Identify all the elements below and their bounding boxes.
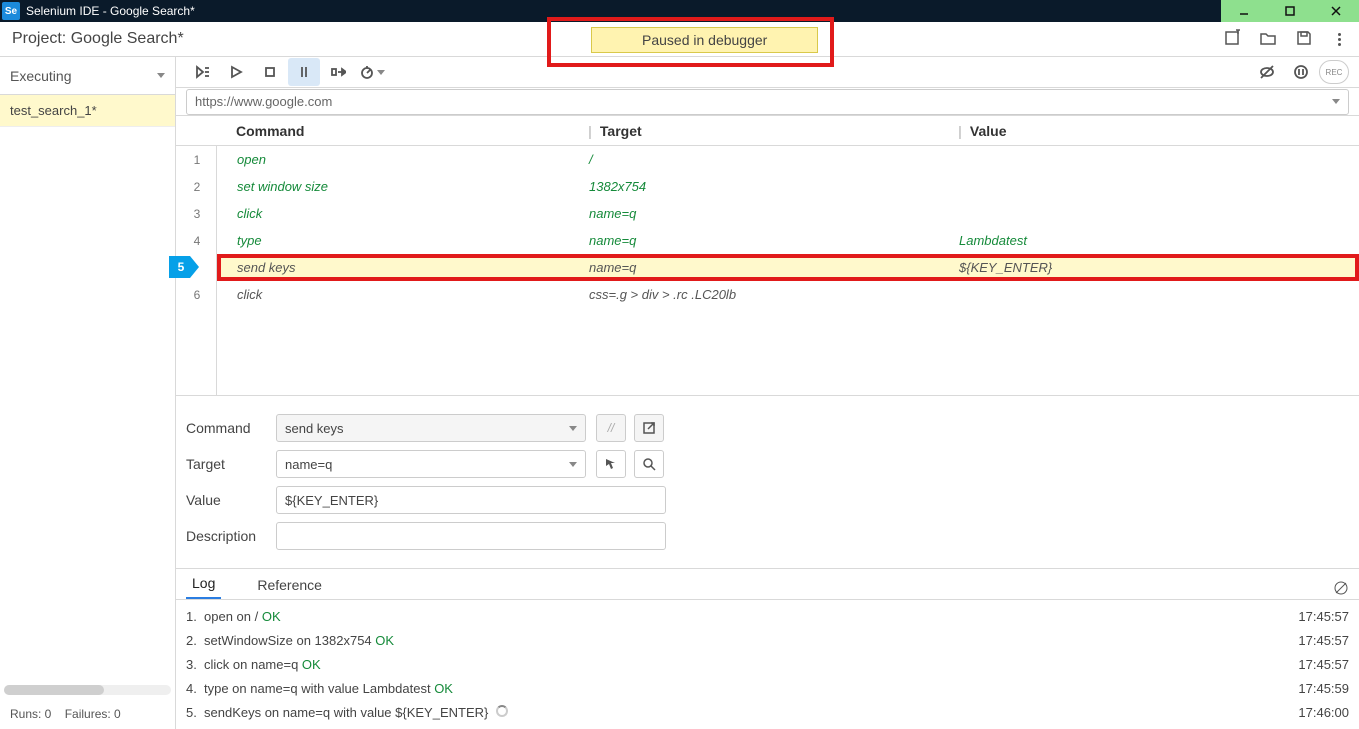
step-button[interactable] [322, 58, 354, 86]
detail-description-input[interactable] [276, 522, 666, 550]
cell-command: click [229, 206, 589, 221]
scrollbar[interactable] [4, 685, 171, 695]
detail-label-description: Description [186, 528, 276, 544]
find-target-button[interactable] [634, 450, 664, 478]
cell-command: open [229, 152, 589, 167]
pause-exceptions-button[interactable] [1285, 58, 1317, 86]
base-url-row: https://www.google.com [176, 88, 1359, 116]
chevron-down-icon [1332, 99, 1340, 104]
log-row: 1.open on / OK17:45:57 [186, 604, 1349, 628]
row-number: 6 [177, 288, 217, 302]
log-row: 4.type on name=q with value Lambdatest O… [186, 676, 1349, 700]
table-row[interactable]: 6clickcss=.g > div > .rc .LC20lb [217, 281, 1359, 308]
detail-label-value: Value [186, 492, 276, 508]
run-button[interactable] [220, 58, 252, 86]
chevron-down-icon [569, 426, 577, 431]
detail-target-value: name=q [285, 457, 332, 472]
disable-breakpoints-button[interactable] [1251, 58, 1283, 86]
cell-value: Lambdatest [959, 233, 1359, 248]
debug-banner: Paused in debugger [591, 27, 818, 53]
table-row[interactable]: 3clickname=q [217, 200, 1359, 227]
clear-log-icon[interactable] [1333, 580, 1349, 599]
log-row: 2.setWindowSize on 1382x754 OK17:45:57 [186, 628, 1349, 652]
table-row[interactable]: 2set window size1382x754 [217, 173, 1359, 200]
cell-command: type [229, 233, 589, 248]
log-panel: 1.open on / OK17:45:572.setWindowSize on… [176, 599, 1359, 729]
base-url-input[interactable]: https://www.google.com [186, 89, 1349, 115]
test-item[interactable]: test_search_1* [0, 95, 175, 127]
failures-count: Failures: 0 [65, 707, 121, 721]
spinner-icon [496, 705, 508, 717]
tab-log[interactable]: Log [186, 569, 221, 599]
cell-command: set window size [229, 179, 589, 194]
row-number: 3 [177, 207, 217, 221]
runs-count: Runs: 0 [10, 707, 51, 721]
new-window-icon[interactable] [1223, 29, 1241, 50]
tab-reference[interactable]: Reference [251, 571, 328, 599]
detail-command-value: send keys [285, 421, 344, 436]
stop-button[interactable] [254, 58, 286, 86]
row-number: 1 [177, 153, 217, 167]
col-header-target: Target [600, 123, 642, 139]
cell-command: send keys [229, 260, 589, 275]
window-close-button[interactable] [1313, 0, 1359, 22]
run-all-button[interactable] [186, 58, 218, 86]
debug-banner-highlight: Paused in debugger [547, 17, 834, 67]
row-number: 2 [177, 180, 217, 194]
detail-label-target: Target [186, 456, 276, 472]
detail-value-value: ${KEY_ENTER} [285, 493, 378, 508]
cell-command: click [229, 287, 589, 302]
detail-target-input[interactable]: name=q [276, 450, 586, 478]
col-header-command: Command [228, 123, 588, 139]
cell-target: 1382x754 [589, 179, 959, 194]
cell-target: name=q [589, 233, 959, 248]
row-number: 4 [177, 234, 217, 248]
save-icon[interactable] [1295, 29, 1313, 50]
window-title: Selenium IDE - Google Search* [26, 4, 195, 18]
command-details: Command send keys // Target name=q [176, 396, 1359, 569]
select-target-button[interactable] [596, 450, 626, 478]
test-pane-header-label: Executing [10, 68, 71, 84]
detail-label-command: Command [186, 420, 276, 436]
log-row: 5.sendKeys on name=q with value ${KEY_EN… [186, 700, 1349, 724]
table-row[interactable]: 4typename=qLambdatest [217, 227, 1359, 254]
project-name: Google Search* [71, 30, 184, 47]
cell-target: css=.g > div > .rc .LC20lb [589, 287, 959, 302]
speed-button[interactable] [356, 58, 388, 86]
detail-command-select[interactable]: send keys [276, 414, 586, 442]
table-header: Command |Target |Value [176, 116, 1359, 146]
project-bar: Project: Google Search* Paused in debugg… [0, 22, 1359, 57]
app-logo: Se [2, 2, 20, 20]
base-url-value: https://www.google.com [195, 94, 332, 109]
cell-target: / [589, 152, 959, 167]
cell-target: name=q [589, 206, 959, 221]
command-table: Command |Target |Value 1open/2set window… [176, 116, 1359, 396]
chevron-down-icon [569, 462, 577, 467]
project-label: Project: [12, 30, 66, 47]
test-pane-header[interactable]: Executing [0, 57, 175, 95]
window-maximize-button[interactable] [1267, 0, 1313, 22]
table-row[interactable]: 1open/ [217, 146, 1359, 173]
record-button[interactable]: REC [1319, 60, 1349, 84]
open-new-window-button[interactable] [634, 414, 664, 442]
table-row[interactable]: 5send keysname=q${KEY_ENTER} [217, 254, 1359, 281]
current-step-indicator: 5 [169, 256, 199, 278]
run-statistics: Runs: 0 Failures: 0 [0, 699, 175, 729]
pause-button[interactable] [288, 58, 320, 86]
test-list-pane: Executing test_search_1* Runs: 0 Failure… [0, 57, 176, 729]
window-minimize-button[interactable] [1221, 0, 1267, 22]
cell-value: ${KEY_ENTER} [959, 260, 1359, 275]
col-header-value: Value [970, 123, 1007, 139]
cell-target: name=q [589, 260, 959, 275]
toggle-comment-button[interactable]: // [596, 414, 626, 442]
detail-value-input[interactable]: ${KEY_ENTER} [276, 486, 666, 514]
log-row: 3.click on name=q OK17:45:57 [186, 652, 1349, 676]
bottom-tabs: Log Reference [176, 569, 1359, 599]
open-folder-icon[interactable] [1259, 29, 1277, 50]
chevron-down-icon [157, 73, 165, 78]
project-title: Project: Google Search* [12, 30, 184, 48]
more-menu-icon[interactable] [1331, 33, 1347, 46]
